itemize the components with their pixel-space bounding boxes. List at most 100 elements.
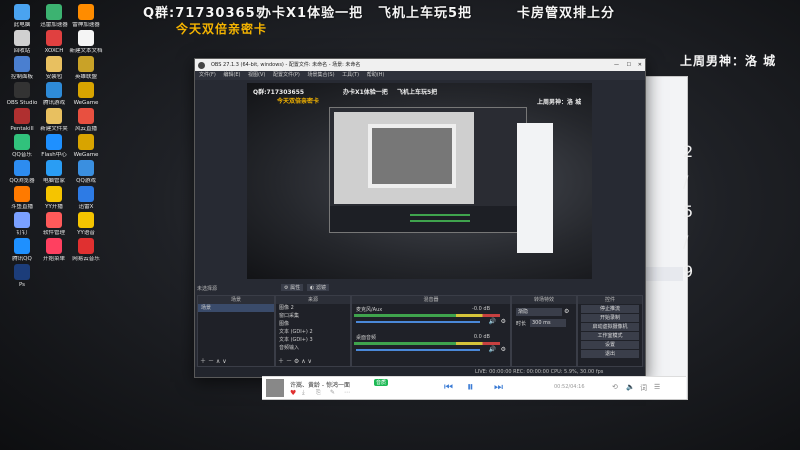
desktop-icon[interactable]: WeGame bbox=[68, 134, 104, 159]
desktop-icon[interactable]: Flash中心 bbox=[36, 134, 72, 159]
gear-icon[interactable]: ⚙ bbox=[501, 318, 506, 325]
remove-icon[interactable]: － bbox=[286, 358, 292, 365]
gear-icon[interactable]: ⚙ bbox=[564, 308, 569, 315]
download-icon[interactable]: ⤓ bbox=[302, 389, 305, 397]
settings-button[interactable]: 设置 bbox=[581, 341, 639, 349]
desktop-icon[interactable]: WeGame bbox=[68, 82, 104, 107]
desktop-icon[interactable]: 软件管理 bbox=[36, 212, 72, 237]
desktop-icon[interactable]: QQ音乐 bbox=[4, 134, 40, 159]
desktop-icon[interactable]: OBS Studio bbox=[4, 82, 40, 107]
desktop-icon[interactable]: 新建文本文档 bbox=[68, 30, 104, 55]
filters-label: 滤镜 bbox=[315, 285, 326, 291]
remove-icon[interactable]: － bbox=[208, 358, 214, 365]
desktop-icon[interactable]: 钉钉 bbox=[4, 212, 40, 237]
source-item[interactable]: 图像 2 bbox=[276, 304, 350, 312]
loop-icon[interactable]: ⟲ bbox=[612, 383, 618, 391]
volume-icon[interactable]: 🔈 bbox=[626, 383, 635, 391]
source-item[interactable]: 窗口采集 bbox=[276, 312, 350, 320]
up-icon[interactable]: ∧ bbox=[301, 358, 305, 365]
desktop-icon[interactable]: 雷神加速器 bbox=[68, 4, 104, 29]
desktop-icon[interactable]: 新建文件夹 bbox=[36, 108, 72, 133]
preview-nested-bg-window bbox=[517, 123, 553, 253]
desktop-icon[interactable]: 回收站 bbox=[4, 30, 40, 55]
desktop-icon[interactable]: 迅雷加速器 bbox=[36, 4, 72, 29]
gear-icon[interactable]: ⚙ bbox=[294, 358, 299, 365]
playlist-icon[interactable]: ☰ bbox=[654, 383, 660, 391]
gear-icon[interactable]: ⚙ bbox=[501, 346, 506, 353]
scene-item[interactable]: 场景 bbox=[198, 304, 274, 312]
desktop-icon[interactable]: QQ浏览器 bbox=[4, 160, 40, 185]
down-icon[interactable]: ∨ bbox=[308, 358, 312, 365]
comment-icon[interactable]: ✎ bbox=[330, 389, 335, 396]
obs-window[interactable]: OBS 27.1.3 (64-bit, windows) - 配置文件: 未命名… bbox=[194, 58, 646, 378]
duration-input[interactable]: 300 ms bbox=[530, 319, 566, 327]
source-item[interactable]: 图像 bbox=[276, 320, 350, 328]
desktop-icon[interactable]: 英雄联盟 bbox=[68, 56, 104, 81]
mixer-meter bbox=[354, 314, 500, 317]
speaker-icon[interactable]: 🔊 bbox=[489, 318, 496, 325]
start-recording-button[interactable]: 开始录制 bbox=[581, 314, 639, 322]
desktop-icon[interactable]: 腾讯QQ bbox=[4, 238, 40, 263]
desktop-icon[interactable]: Pentakill bbox=[4, 108, 40, 133]
lyrics-icon[interactable]: 词 bbox=[640, 383, 647, 393]
album-cover bbox=[266, 379, 284, 397]
desktop-icon-label: 斗鱼直播 bbox=[10, 204, 33, 210]
desktop-icon[interactable]: Ps bbox=[4, 264, 40, 289]
menu-profile[interactable]: 配置文件(P) bbox=[273, 72, 300, 78]
speaker-icon[interactable]: 🔊 bbox=[489, 346, 496, 353]
previous-icon[interactable]: ⏮ bbox=[444, 382, 453, 393]
volume-slider[interactable] bbox=[356, 349, 480, 351]
menu-view[interactable]: 视图(V) bbox=[248, 72, 265, 78]
desktop-icon[interactable]: QQ游戏 bbox=[68, 160, 104, 185]
more-icon[interactable]: ⋯ bbox=[344, 389, 350, 396]
desktop-icon[interactable]: 电脑管家 bbox=[36, 160, 72, 185]
add-icon[interactable]: ＋ bbox=[200, 358, 206, 365]
desktop-icon[interactable]: 安装包 bbox=[36, 56, 72, 81]
desktop-icon[interactable]: XOXCH bbox=[36, 30, 72, 55]
desktop-icon[interactable]: 迅雷X bbox=[68, 186, 104, 211]
down-icon[interactable]: ∨ bbox=[222, 358, 226, 365]
app-icon bbox=[46, 82, 62, 98]
obs-titlebar[interactable]: OBS 27.1.3 (64-bit, windows) - 配置文件: 未命名… bbox=[195, 59, 645, 71]
share-icon[interactable]: ⎘ bbox=[316, 389, 321, 397]
menu-file[interactable]: 文件(F) bbox=[199, 72, 216, 78]
desktop-icon[interactable]: YY语音 bbox=[68, 212, 104, 237]
desktop-icon-label: OBS Studio bbox=[6, 100, 38, 106]
source-item[interactable]: 文本 (GDI+) 3 bbox=[276, 336, 350, 344]
desktop-icon[interactable]: 网易云音乐 bbox=[68, 238, 104, 263]
stop-stream-button[interactable]: 停止推流 bbox=[581, 305, 639, 313]
heart-icon[interactable]: ♥ bbox=[290, 389, 296, 397]
desktop-icon[interactable]: YY开播 bbox=[36, 186, 72, 211]
desktop-icon[interactable]: 斗鱼直播 bbox=[4, 186, 40, 211]
desktop-icon[interactable]: 腾讯游戏 bbox=[36, 82, 72, 107]
desktop-icon[interactable]: 开始菜单 bbox=[36, 238, 72, 263]
app-icon bbox=[14, 186, 30, 202]
desktop-icon[interactable]: 控制面板 bbox=[4, 56, 40, 81]
desktop-icon-label: 网易云音乐 bbox=[72, 256, 100, 262]
desktop-icon[interactable]: 风云直播 bbox=[68, 108, 104, 133]
exit-button[interactable]: 退出 bbox=[581, 350, 639, 358]
virtual-camera-button[interactable]: 启动虚拟摄像机 bbox=[581, 323, 639, 331]
pause-icon[interactable]: ⏸ bbox=[467, 380, 474, 395]
transition-select[interactable]: 渐隐 bbox=[516, 308, 562, 316]
mixer-channel-name: 麦克风/Aux bbox=[356, 307, 383, 313]
menu-edit[interactable]: 编辑(E) bbox=[223, 72, 240, 78]
menu-tools[interactable]: 工具(T) bbox=[342, 72, 359, 78]
minimize-icon[interactable]: — bbox=[614, 59, 619, 71]
properties-button[interactable]: ⚙ 属性 bbox=[281, 284, 304, 291]
up-icon[interactable]: ∧ bbox=[216, 358, 220, 365]
source-item[interactable]: 文本 (GDI+) 2 bbox=[276, 328, 350, 336]
desktop-icon[interactable]: 此电脑 bbox=[4, 4, 40, 29]
next-icon[interactable]: ⏭ bbox=[494, 382, 503, 393]
source-item[interactable]: 音频输入 bbox=[276, 344, 350, 352]
duration-label: 时长 bbox=[516, 321, 527, 327]
maximize-icon[interactable]: ☐ bbox=[627, 59, 631, 71]
add-icon[interactable]: ＋ bbox=[278, 358, 284, 365]
close-icon[interactable]: ✕ bbox=[638, 59, 642, 71]
menu-scene-collection[interactable]: 场景集合(S) bbox=[307, 72, 334, 78]
filters-button[interactable]: ◐ 滤镜 bbox=[307, 284, 329, 291]
studio-mode-button[interactable]: 工作室模式 bbox=[581, 332, 639, 340]
volume-slider[interactable] bbox=[356, 321, 480, 323]
menu-help[interactable]: 帮助(H) bbox=[367, 72, 385, 78]
obs-preview[interactable]: Q群:717303655 办卡X1体验一把 飞机上车玩5把 今天双倍亲密卡 上周… bbox=[247, 83, 592, 279]
